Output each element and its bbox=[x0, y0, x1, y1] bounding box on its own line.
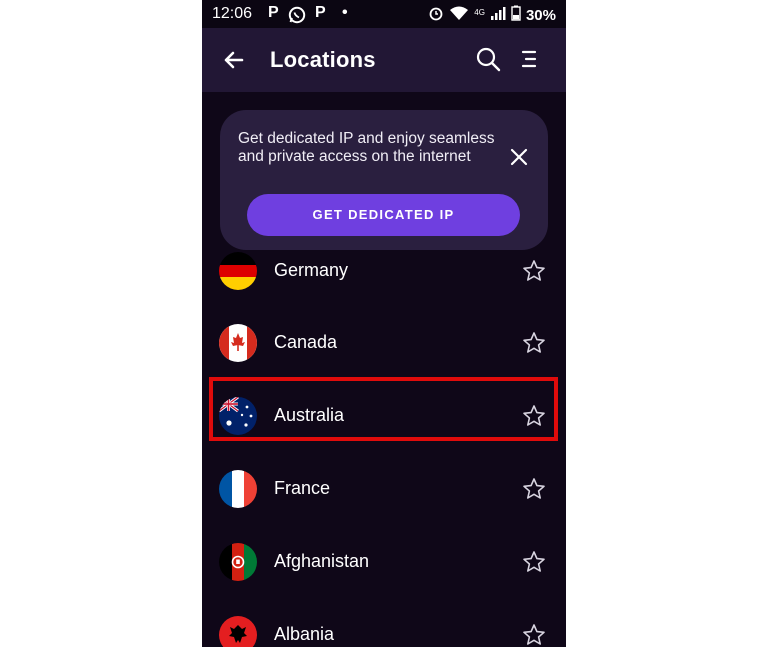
battery-percent: 30% bbox=[525, 6, 556, 24]
dedicated-ip-banner: Get dedicated IP and enjoy seamless and … bbox=[220, 110, 548, 250]
star-icon[interactable] bbox=[522, 259, 546, 283]
canada-flag-icon bbox=[219, 324, 257, 362]
highlight-box bbox=[209, 377, 558, 441]
signal-icon bbox=[490, 6, 506, 24]
status-time: 12:06 bbox=[212, 5, 253, 22]
location-name: France bbox=[274, 478, 331, 498]
location-row-afghanistan[interactable]: Afghanistan bbox=[202, 526, 566, 598]
search-icon[interactable] bbox=[474, 45, 502, 73]
star-icon[interactable] bbox=[522, 331, 546, 355]
germany-flag-icon bbox=[219, 252, 257, 290]
get-dedicated-ip-button[interactable]: GET DEDICATED IP bbox=[247, 194, 520, 236]
close-icon[interactable] bbox=[508, 146, 530, 168]
menu-icon[interactable] bbox=[520, 48, 538, 70]
wifi-icon bbox=[449, 5, 469, 25]
phone-screen: 12:06 P P • 4G 30% Locations Germany Can… bbox=[202, 0, 566, 647]
status-right-group: 4G 30% bbox=[428, 5, 556, 25]
locations-list: Germany Canada Australia France Afghanis… bbox=[202, 252, 566, 647]
afghanistan-flag-icon bbox=[219, 543, 257, 581]
star-icon[interactable] bbox=[522, 477, 546, 501]
location-row-france[interactable]: France bbox=[202, 453, 566, 525]
location-name: Canada bbox=[274, 332, 338, 352]
location-row-canada[interactable]: Canada bbox=[202, 307, 566, 379]
star-icon[interactable] bbox=[522, 623, 546, 647]
status-bar: 12:06 P P • 4G 30% bbox=[202, 0, 566, 28]
alarm-icon bbox=[428, 5, 444, 25]
france-flag-icon bbox=[219, 470, 257, 508]
network-type: 4G bbox=[474, 7, 485, 17]
p-app-icon-2: P bbox=[315, 4, 326, 21]
location-name: Albania bbox=[274, 624, 335, 644]
back-arrow-icon[interactable] bbox=[220, 46, 248, 74]
banner-text: Get dedicated IP and enjoy seamless and … bbox=[238, 130, 495, 165]
notification-dot-icon: • bbox=[342, 4, 348, 21]
albania-flag-icon bbox=[219, 616, 257, 647]
location-name: Germany bbox=[274, 260, 349, 280]
battery-icon bbox=[511, 5, 521, 25]
page-title: Locations bbox=[270, 47, 376, 72]
location-name: Afghanistan bbox=[274, 551, 370, 571]
app-bar: Locations bbox=[202, 28, 566, 92]
whatsapp-icon bbox=[288, 6, 306, 29]
p-app-icon: P bbox=[268, 4, 279, 21]
star-icon[interactable] bbox=[522, 550, 546, 574]
location-row-albania[interactable]: Albania bbox=[202, 599, 566, 647]
location-row-germany[interactable]: Germany bbox=[202, 252, 566, 307]
